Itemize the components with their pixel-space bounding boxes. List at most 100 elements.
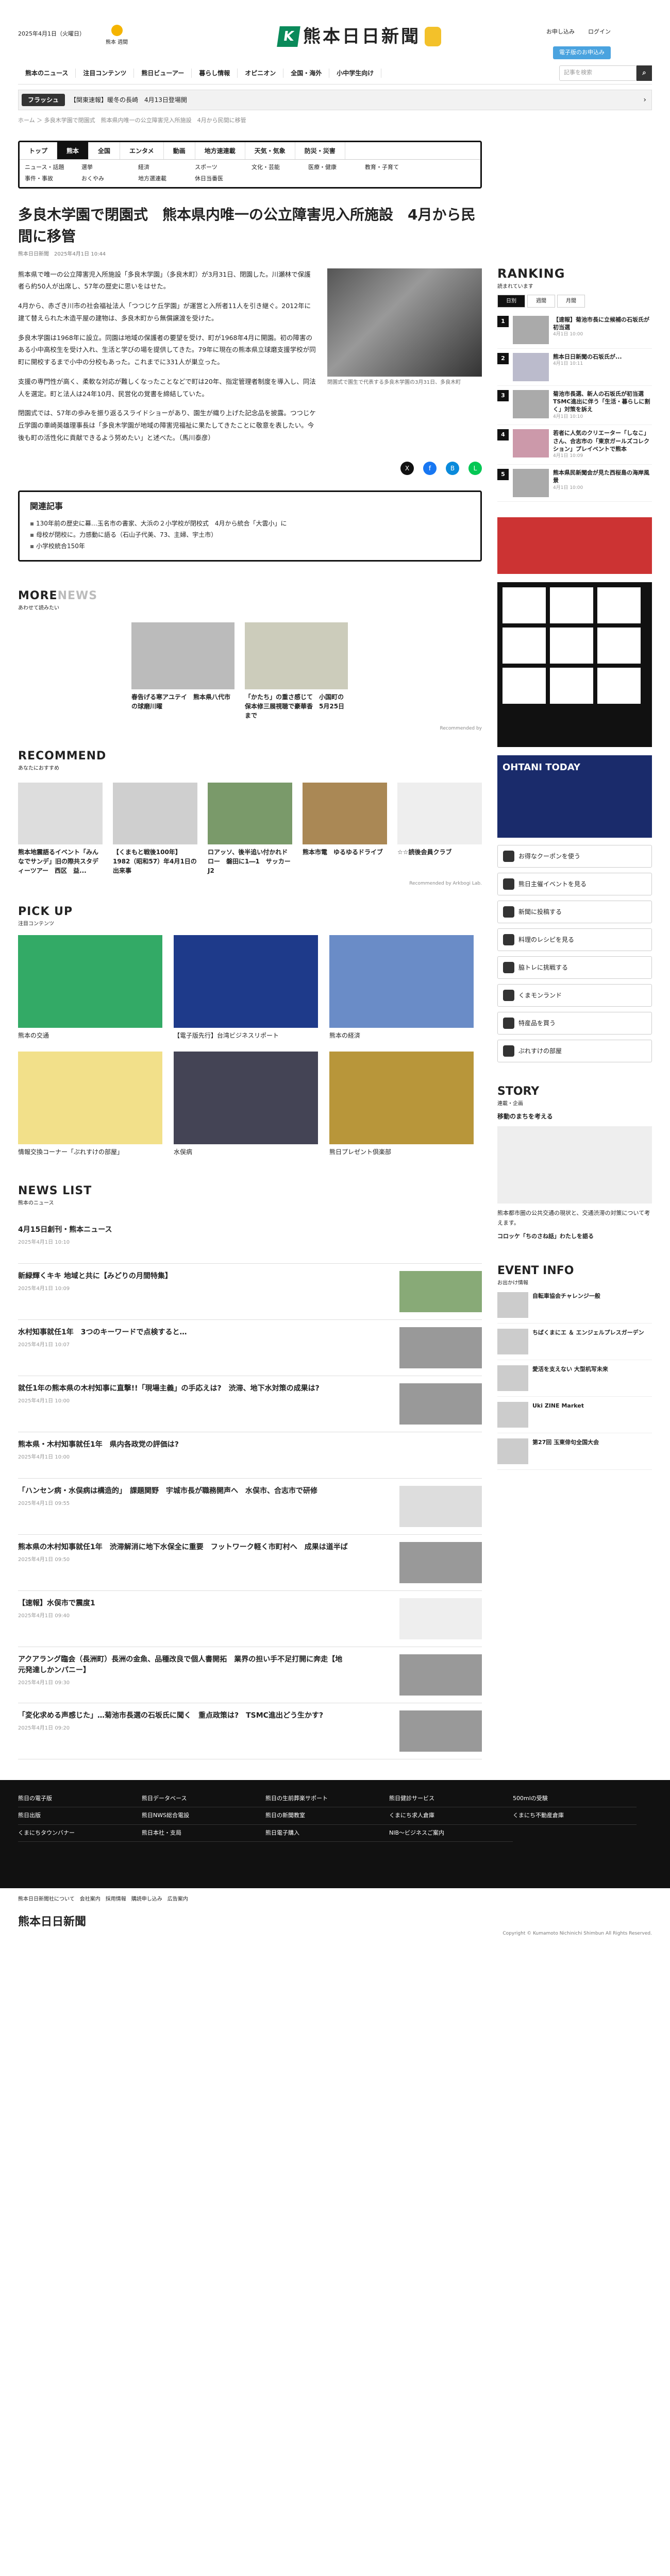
footer-link[interactable]: 熊日の電子版 — [18, 1790, 142, 1807]
card-title[interactable]: 【電子版先行】台湾ビジネスリポート — [174, 1031, 318, 1040]
weather-widget[interactable]: 熊本 週間 — [106, 25, 128, 46]
news-title[interactable]: 4月15日創刊・熊本ニュース — [18, 1225, 348, 1235]
recommend-card[interactable]: 熊本地震語るイベント「みんなでサンデ」旧の際共スタディーツアー 西区 益... — [18, 783, 103, 875]
card-title[interactable]: 春告げる寒アユテイ 熊本県八代市の球磨川曜 — [131, 692, 234, 711]
menu-kumamon[interactable]: くまモンランド — [497, 984, 652, 1007]
card-image[interactable] — [397, 783, 482, 844]
list-item[interactable]: 熊本県・木村知事就任1年 県内各政党の評価は? 2025年4月1日 10:00 — [18, 1432, 482, 1479]
news-thumb[interactable] — [399, 1598, 482, 1639]
story-image[interactable] — [497, 1126, 652, 1204]
facebook-share-icon[interactable]: f — [423, 461, 437, 475]
card-title[interactable]: 熊本の交通 — [18, 1031, 162, 1040]
hatena-share-icon[interactable]: B — [446, 461, 459, 475]
card-image[interactable] — [303, 783, 387, 844]
rank-thumb[interactable] — [513, 468, 549, 497]
ranking-item[interactable]: 2 熊本日日新聞の石坂氏が... 4月1日 10:11 — [497, 349, 652, 386]
event-item[interactable]: ちばくまにエ ＆ エンジェルプレスガーデン — [497, 1324, 652, 1360]
news-thumb[interactable] — [399, 1327, 482, 1368]
rank-thumb[interactable] — [513, 389, 549, 418]
card-image[interactable] — [329, 935, 474, 1028]
rank-thumb[interactable] — [513, 315, 549, 344]
rank-title[interactable]: 【速報】菊池市長に立候補の石坂氏が初当選 — [553, 316, 652, 332]
list-item[interactable]: 「変化求める声感じた」…菊池市長選の石坂氏に聞く 重点政策は? TSMC進出どう… — [18, 1703, 482, 1759]
card-image[interactable] — [113, 783, 197, 844]
footer-link[interactable]: くまにち求人倉庫 — [389, 1807, 513, 1825]
service-tile[interactable] — [502, 587, 546, 623]
ranking-item[interactable]: 3 菊池市長選、新人の石坂氏が初当選 TSMC進出に伴う「生活・暮らしに割く」対策… — [497, 386, 652, 426]
news-title[interactable]: 水村知事就任1年 3つのキーワードで点検すると… — [18, 1327, 348, 1338]
subcat-item[interactable]: スポーツ — [195, 162, 252, 174]
weather-link[interactable]: 週間 — [118, 40, 128, 45]
service-tile[interactable] — [502, 627, 546, 664]
nav-item[interactable]: オピニオン — [238, 68, 284, 78]
card-title[interactable]: 情報交換コーナー「ぷれすけの部屋」 — [18, 1147, 162, 1157]
list-item[interactable]: 「ハンセン病・水俣病は構造的」 課題関野 宇城市長が職務開声へ 水俣市、合志市で… — [18, 1479, 482, 1535]
tab-item[interactable]: 全国 — [89, 142, 121, 159]
footer-link[interactable]: 熊日健診サービス — [389, 1790, 513, 1807]
signup-link[interactable]: お申し込み — [546, 28, 575, 37]
card-title[interactable]: ロアッソ、後半追い付かれドロー 磐田に1―1 サッカーJ2 — [208, 848, 292, 875]
subcat-item[interactable]: ニュース・話題 — [25, 162, 81, 174]
tab-item[interactable]: エンタメ — [120, 142, 164, 159]
news-thumb[interactable] — [399, 1485, 482, 1527]
footer-link[interactable]: くまにち不動産倉庫 — [513, 1807, 636, 1825]
ranking-item[interactable]: 5 熊本県民新聞会が見た西桜島の海岸風景 4月1日 10:00 — [497, 465, 652, 502]
login-link[interactable]: ログイン — [588, 28, 611, 37]
subcat-item[interactable]: 経済 — [138, 162, 195, 174]
card-title[interactable]: 「かたち」の重さ感じて 小国町の保本修三展視聴で豪華香 5月25日まで — [245, 692, 348, 720]
ad-banner[interactable] — [497, 517, 652, 574]
card-title[interactable]: 熊本市電 ゆるゆるドライブ — [303, 848, 387, 857]
news-thumb[interactable] — [399, 1383, 482, 1425]
related-item[interactable]: 母校が閉校に。力感動に語る（石山子代美、73、主婦、宇土市） — [30, 529, 470, 540]
card-image[interactable] — [174, 1051, 318, 1144]
service-tile[interactable] — [597, 667, 641, 704]
tab-item[interactable]: 防災・災害 — [295, 142, 345, 159]
card-title[interactable]: 水俣病 — [174, 1147, 318, 1157]
service-tile[interactable] — [550, 587, 593, 623]
news-title[interactable]: 【速報】水俣市で震度1 — [18, 1598, 348, 1609]
footer-link[interactable]: 500mlの受験 — [513, 1790, 636, 1807]
recommend-card[interactable]: 【くまもと戦後100年】1982（昭和57）年4月1日の出来事 — [113, 783, 197, 875]
news-title[interactable]: 熊本県・木村知事就任1年 県内各政党の評価は? — [18, 1439, 348, 1450]
search-icon[interactable]: ⌕ — [636, 65, 652, 81]
card-image[interactable] — [18, 783, 103, 844]
chevron-right-icon[interactable]: › — [643, 95, 646, 106]
card-title[interactable]: 熊本の経済 — [329, 1031, 474, 1040]
event-name[interactable]: ちばくまにエ ＆ エンジェルプレスガーデン — [532, 1329, 644, 1354]
list-item[interactable]: 熊本県の木村知事就任1年 渋滞解消に地下水保全に重要 フットワーク軽く市町村へ … — [18, 1535, 482, 1591]
ranking-item[interactable]: 4 若者に人気のクリエーター「しなこ」さん、合志市の「東京ガールズコレクション」プ… — [497, 425, 652, 465]
card-image[interactable] — [245, 622, 348, 689]
list-item[interactable]: 水村知事就任1年 3つのキーワードで点検すると… 2025年4月1日 10:07 — [18, 1320, 482, 1376]
subcat-item[interactable]: 文化・芸能 — [252, 162, 308, 174]
event-thumb[interactable] — [497, 1365, 528, 1391]
line-share-icon[interactable]: L — [468, 461, 482, 475]
menu-room[interactable]: ぷれすけの部屋 — [497, 1039, 652, 1062]
ranking-item[interactable]: 1 【速報】菊池市長に立候補の石坂氏が初当選 4月1日 10:00 — [497, 312, 652, 349]
tab-monthly[interactable]: 月間 — [557, 294, 585, 308]
footer-link[interactable]: NIB～ビジネスご案内 — [389, 1825, 513, 1842]
event-item[interactable]: Uki ZINE Market — [497, 1397, 652, 1433]
more-card[interactable]: 「かたち」の重さ感じて 小国町の保本修三展視聴で豪華香 5月25日まで — [245, 622, 348, 720]
news-thumb[interactable] — [399, 1270, 482, 1312]
tab-item[interactable]: 地方速連載 — [195, 142, 245, 159]
event-thumb[interactable] — [497, 1328, 528, 1354]
footer-link[interactable]: 熊日の生前葬楽サポート — [265, 1790, 389, 1807]
list-item[interactable]: 新緑輝くキキ 地域と共に【みどりの月間特集】 2025年4月1日 10:09 — [18, 1264, 482, 1320]
service-tile[interactable] — [597, 627, 641, 664]
subcat-item[interactable]: 選挙 — [81, 162, 138, 174]
card-title[interactable]: 熊日プレゼント倶楽部 — [329, 1147, 474, 1157]
card-image[interactable] — [174, 935, 318, 1028]
recommend-card[interactable]: ロアッソ、後半追い付かれドロー 磐田に1―1 サッカーJ2 — [208, 783, 292, 875]
news-title[interactable]: 熊本県の木村知事就任1年 渋滞解消に地下水保全に重要 フットワーク軽く市町村へ … — [18, 1542, 348, 1553]
flash-bar[interactable]: フラッシュ 【関東速報】暖冬の長崎 4月13日登場開 › — [18, 90, 652, 110]
service-tile[interactable] — [502, 667, 546, 704]
event-thumb[interactable] — [497, 1401, 528, 1428]
article-photo[interactable]: 閉園式で園生で代表する多良木学園の3月31日、多良木町 — [327, 268, 482, 451]
footer-link[interactable]: 熊日電子購入 — [265, 1825, 389, 1842]
card-title[interactable]: 【くまもと戦後100年】1982（昭和57）年4月1日の出来事 — [113, 848, 197, 875]
flash-text[interactable]: 【関東速報】暖冬の長崎 4月13日登場開 — [70, 95, 187, 105]
service-tile[interactable] — [550, 627, 593, 664]
subcat-item[interactable]: 教育・子育て — [365, 162, 422, 174]
tab-item[interactable]: トップ — [20, 142, 58, 159]
pickup-card[interactable]: 【電子版先行】台湾ビジネスリポート — [174, 935, 318, 1040]
